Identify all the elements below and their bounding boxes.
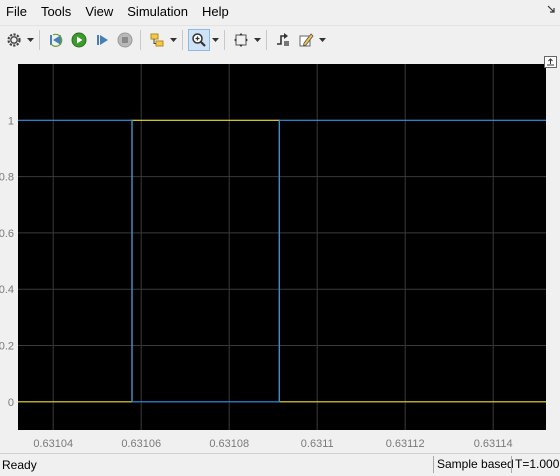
scope-display: 0 0.2 0.4 0.6 0.8 1 0.63104 0.63106 0.63108 0.631… [0,54,560,452]
menu-simulation[interactable]: Simulation [120,0,195,24]
menu-view[interactable]: View [78,0,120,24]
stop-icon[interactable] [114,29,136,51]
menu-tools[interactable]: Tools [34,0,78,24]
y-tick-label: 0.2 [0,341,14,353]
step-forward-icon[interactable] [91,29,113,51]
highlight-dropdown-caret-icon[interactable] [168,29,178,51]
toolbar [0,25,560,55]
x-tick-label: 0.63112 [386,438,425,450]
y-tick-label: 0 [8,397,14,409]
style-dropdown-caret-icon[interactable] [317,29,327,51]
y-tick-label: 1 [8,115,14,127]
fit-dropdown-caret-icon[interactable] [252,29,262,51]
x-tick-label: 0.63114 [474,438,513,450]
y-tick-label: 0.8 [0,172,14,184]
toolbar-separator [266,30,267,50]
fit-to-view-icon[interactable] [230,29,252,51]
toolbar-separator [39,30,40,50]
x-tick-label: 0.63104 [33,438,73,450]
step-back-icon[interactable] [45,29,67,51]
x-tick-label: 0.63108 [209,438,249,450]
toolbar-separator [224,30,225,50]
dock-arrow-icon[interactable] [546,4,556,16]
axes-background [18,64,546,430]
run-icon[interactable] [68,29,90,51]
x-tick-label: 0.63106 [121,438,161,450]
menu-help[interactable]: Help [195,0,236,24]
zoom-dropdown-caret-icon[interactable] [210,29,220,51]
undock-icon[interactable] [544,56,557,68]
status-time: T=1.000 [511,456,560,473]
status-ready-text: Ready [2,458,37,472]
menu-bar: File Tools View Simulation Help [0,0,560,24]
style-icon[interactable] [295,29,317,51]
triggers-icon[interactable] [272,29,294,51]
y-tick-label: 0.6 [0,228,14,240]
menu-file[interactable]: File [0,0,34,24]
highlight-signal-icon[interactable] [146,29,168,51]
x-tick-label: 0.6311 [301,438,334,450]
zoom-icon[interactable] [188,29,210,51]
status-sample-mode: Sample based [433,456,517,473]
status-bar: Ready Sample based T=1.000 [0,453,560,476]
gear-icon[interactable] [3,29,25,51]
toolbar-separator [140,30,141,50]
y-tick-label: 0.4 [0,284,14,296]
scope-chart[interactable]: 0 0.2 0.4 0.6 0.8 1 0.63104 0.63106 0.63108 0.631… [0,54,560,452]
settings-dropdown-caret-icon[interactable] [25,29,35,51]
toolbar-separator [182,30,183,50]
